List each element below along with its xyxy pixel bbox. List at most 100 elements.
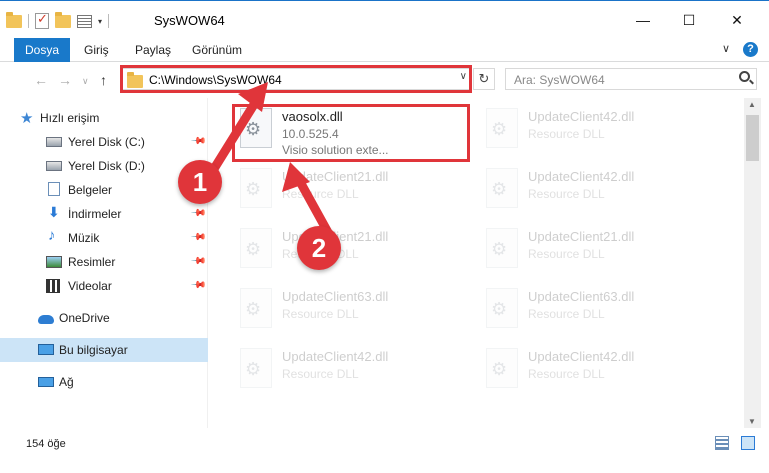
sidebar-item-local-disk-c[interactable]: Yerel Disk (C:) 📌 (0, 130, 208, 154)
search-input[interactable]: Ara: SysWOW64 (514, 73, 605, 87)
dll-file-icon (486, 168, 518, 208)
sidebar-item-this-pc[interactable]: Bu bilgisayar (0, 338, 208, 362)
drive-icon (46, 161, 62, 171)
forward-button[interactable]: → (58, 72, 72, 88)
search-box[interactable]: Ara: SysWOW64 (505, 68, 757, 90)
file-item[interactable]: UpdateClient21.dll Resource DLL (234, 222, 466, 280)
scroll-up-icon[interactable]: ▲ (748, 100, 756, 109)
dll-file-icon (486, 108, 518, 148)
file-name: UpdateClient63.dll (282, 289, 389, 304)
sidebar-item-quick-access[interactable]: ★ Hızlı erişim (0, 106, 208, 130)
up-button[interactable]: ↑ (100, 72, 107, 88)
pin-icon[interactable]: 📌 (190, 205, 207, 222)
scroll-thumb[interactable] (746, 115, 759, 161)
toolbar-divider (108, 14, 110, 28)
details-view-icon[interactable] (715, 436, 729, 450)
file-name: UpdateClient21.dll (528, 229, 635, 244)
file-type: Resource DLL (282, 187, 359, 201)
sidebar-item-label: OneDrive (59, 311, 110, 325)
sidebar-item-music[interactable]: ♪ Müzik 📌 (0, 226, 208, 250)
pictures-icon (46, 256, 62, 268)
sidebar-item-label: Yerel Disk (C:) (68, 135, 145, 149)
file-item[interactable]: UpdateClient63.dll Resource DLL (234, 282, 466, 340)
sidebar-item-videos[interactable]: Videolar 📌 (0, 274, 208, 298)
tab-file[interactable]: Dosya (14, 38, 70, 62)
close-button[interactable]: ✕ (714, 7, 760, 33)
file-name: UpdateClient42.dll (528, 169, 635, 184)
file-type: Resource DLL (528, 187, 605, 201)
properties-check-icon[interactable] (35, 11, 49, 29)
sidebar-item-label: Resimler (68, 255, 116, 269)
address-path[interactable]: C:\Windows\SysWOW64 (149, 73, 282, 87)
file-name: UpdateClient42.dll (528, 109, 635, 124)
pin-icon[interactable]: 📌 (190, 133, 207, 150)
file-item[interactable]: UpdateClient42.dll Resource DLL (480, 162, 712, 220)
file-item-vaosolx[interactable]: vaosolx.dll 10.0.525.4 Visio solution ex… (234, 102, 466, 160)
file-item[interactable]: UpdateClient21.dll Resource DLL (234, 162, 466, 220)
folder-icon (127, 72, 143, 88)
onedrive-icon (38, 315, 54, 324)
dll-file-icon (240, 228, 272, 268)
drive-icon (46, 137, 62, 147)
sidebar-item-label: İndirmeler (68, 207, 122, 221)
qat-dropdown-icon[interactable]: ▾ (98, 17, 102, 26)
back-button[interactable]: ← (34, 72, 48, 88)
address-bar[interactable]: C:\Windows\SysWOW64 ∨ (122, 68, 472, 90)
file-item[interactable]: UpdateClient21.dll Resource DLL (480, 222, 712, 280)
refresh-button[interactable]: ↻ (473, 68, 495, 90)
dll-file-icon (240, 108, 272, 148)
quick-access-toolbar: ▾ (6, 11, 110, 31)
item-count: 154 öğe (26, 438, 66, 450)
tab-share[interactable]: Paylaş (135, 38, 171, 62)
file-type: Resource DLL (528, 367, 605, 381)
file-item[interactable]: UpdateClient42.dll Resource DLL (480, 102, 712, 160)
ribbon-expand-icon[interactable]: ∨ (722, 42, 730, 55)
file-type: Resource DLL (528, 307, 605, 321)
sidebar-item-label: Belgeler (68, 183, 113, 197)
title-bar: ▾ SysWOW64 — ☐ ✕ (0, 0, 769, 38)
toolbar-divider (28, 14, 29, 28)
vertical-scrollbar[interactable]: ▲ ▼ (744, 98, 761, 428)
status-bar: 154 öğe (0, 428, 769, 473)
tiles-view-icon[interactable] (741, 436, 755, 450)
scroll-down-icon[interactable]: ▼ (748, 417, 756, 426)
videos-icon (46, 279, 60, 293)
sidebar-item-network[interactable]: Ağ (0, 370, 208, 394)
new-folder-icon[interactable] (55, 11, 71, 28)
file-type: Resource DLL (528, 247, 605, 261)
sidebar-item-label: Hızlı erişim (40, 111, 100, 125)
tab-view[interactable]: Görünüm (192, 38, 242, 62)
recent-locations-button[interactable]: ∨ (82, 76, 89, 87)
pin-icon[interactable]: 📌 (190, 229, 207, 246)
sidebar-item-label: Bu bilgisayar (59, 343, 128, 357)
step-1-badge: 1 (178, 160, 222, 204)
file-name: UpdateClient21.dll (282, 169, 389, 184)
file-name: UpdateClient42.dll (282, 349, 389, 364)
minimize-button[interactable]: — (620, 7, 666, 33)
help-icon[interactable]: ? (743, 42, 758, 57)
file-type: Resource DLL (282, 367, 359, 381)
file-item[interactable]: UpdateClient42.dll Resource DLL (234, 342, 466, 400)
address-dropdown-icon[interactable]: ∨ (460, 71, 467, 82)
tab-home[interactable]: Giriş (84, 38, 109, 62)
file-name: vaosolx.dll (282, 109, 343, 124)
sidebar-item-onedrive[interactable]: OneDrive (0, 306, 208, 330)
maximize-button[interactable]: ☐ (666, 7, 712, 33)
sidebar-item-pictures[interactable]: Resimler 📌 (0, 250, 208, 274)
file-name: UpdateClient42.dll (528, 349, 635, 364)
music-icon: ♪ (48, 227, 56, 244)
properties-icon[interactable] (77, 14, 92, 28)
sidebar-item-local-disk-d[interactable]: Yerel Disk (D:) (0, 154, 208, 178)
sidebar-item-downloads[interactable]: ⬇ İndirmeler 📌 (0, 202, 208, 226)
file-item[interactable]: UpdateClient42.dll Resource DLL (480, 342, 712, 400)
folder-icon (6, 11, 22, 28)
sidebar-item-documents[interactable]: Belgeler (0, 178, 208, 202)
pin-icon[interactable]: 📌 (190, 253, 207, 270)
dll-file-icon (486, 348, 518, 388)
dll-file-icon (240, 288, 272, 328)
help-wrap: ? (743, 42, 758, 57)
navigation-pane: ★ Hızlı erişim Yerel Disk (C:) 📌 Yerel D… (0, 98, 208, 428)
pin-icon[interactable]: 📌 (190, 277, 207, 294)
downloads-icon: ⬇ (48, 204, 60, 220)
file-item[interactable]: UpdateClient63.dll Resource DLL (480, 282, 712, 340)
